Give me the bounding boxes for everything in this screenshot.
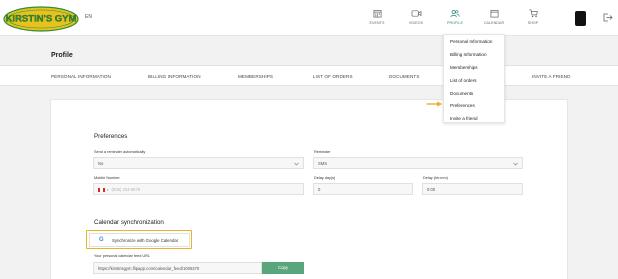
tab-personal-information[interactable]: PERSONAL INFORMATION (51, 74, 111, 79)
profile-tabs: PERSONAL INFORMATION BILLING INFORMATION… (0, 65, 618, 86)
chevron-down-icon (294, 162, 299, 166)
chevron-down-icon: ▾ (107, 188, 109, 192)
tab-list-of-orders[interactable]: LIST OF ORDERS (313, 74, 353, 79)
logout-icon[interactable] (603, 13, 613, 22)
page-title: Profile (51, 52, 73, 59)
calendar-icon (490, 9, 498, 18)
menu-item-invite-a-friend[interactable]: Invite a friend (450, 116, 478, 121)
delay-hhmm-label: Delay (hh:mm) (423, 176, 448, 180)
nav-events[interactable]: EVENTS (362, 9, 392, 25)
profile-dropdown-menu: Personal Information Billing Information… (443, 34, 505, 123)
calendar-sync-title: Calendar synchronization (94, 219, 164, 226)
chevron-down-icon (513, 162, 518, 166)
pointer-arrow-icon (426, 101, 443, 107)
delay-days-field[interactable]: 0 (313, 183, 413, 195)
menu-item-preferences[interactable]: Preferences (450, 103, 475, 108)
nav-calendar[interactable]: CALENDAR (479, 9, 509, 25)
preferences-title: Preferences (94, 133, 128, 140)
delay-hhmm-field[interactable]: 0:00 (422, 183, 523, 195)
menu-item-billing-information[interactable]: Billing Information (450, 52, 487, 57)
reminder-label: Reminder (314, 150, 331, 154)
send-reminder-value: No (98, 161, 104, 166)
tab-billing-information[interactable]: BILLING INFORMATION (148, 74, 201, 79)
send-reminder-label: Send a reminder automatically (94, 150, 146, 154)
delay-days-label: Delay day(s) (314, 176, 336, 180)
nav-label: CALENDAR (483, 21, 505, 25)
reminder-select[interactable]: SMS (313, 157, 523, 169)
gym-logo[interactable]: KIRSTIN'S GYM (2, 4, 80, 34)
copy-button[interactable]: Copy (262, 262, 304, 274)
menu-item-personal-information[interactable]: Personal Information (450, 39, 492, 44)
video-camera-icon (411, 10, 421, 17)
feed-url-label: Your personal calendar feed URL (94, 254, 151, 258)
nav-shop[interactable]: SHOP (518, 9, 548, 25)
tab-invite-a-friend[interactable]: INVITE A FRIEND (532, 74, 571, 79)
nav-label: VIDEOS (408, 21, 424, 25)
nav-label: PROFILE (446, 21, 464, 25)
svg-text:KIRSTIN'S GYM: KIRSTIN'S GYM (6, 14, 77, 25)
nav-videos[interactable]: VIDEOS (401, 9, 431, 25)
nav-label: SHOP (527, 21, 539, 25)
calendar-grid-icon (373, 9, 381, 18)
feed-url-field[interactable]: https://kirstinsgym.flipapp.com/calendar… (93, 262, 262, 274)
nav-label: EVENTS (369, 21, 385, 25)
mobile-number-label: Mobile Number (94, 176, 120, 180)
menu-item-memberships[interactable]: Memberships (450, 65, 478, 70)
reminder-value: SMS (318, 161, 328, 166)
top-bar: KIRSTIN'S GYM EN EVENTS VIDEOS PROFILE C… (0, 0, 618, 36)
highlight-box (86, 230, 192, 249)
canada-flag-icon (98, 187, 105, 192)
mobile-placeholder: (506) 234-5678 (111, 187, 141, 192)
language-selector[interactable]: EN (85, 14, 92, 20)
nav-profile[interactable]: PROFILE (440, 9, 470, 25)
menu-item-list-of-orders[interactable]: List of orders (450, 78, 477, 83)
send-reminder-select[interactable]: No (93, 157, 304, 169)
mobile-number-field[interactable]: ▾ (506) 234-5678 (93, 183, 304, 195)
cart-icon (528, 9, 538, 18)
avatar[interactable] (575, 11, 586, 26)
tab-memberships[interactable]: MEMBERSHIPS (238, 74, 273, 79)
menu-item-documents[interactable]: Documents (450, 91, 473, 96)
users-icon (450, 10, 460, 18)
tab-documents[interactable]: DOCUMENTS (389, 74, 420, 79)
